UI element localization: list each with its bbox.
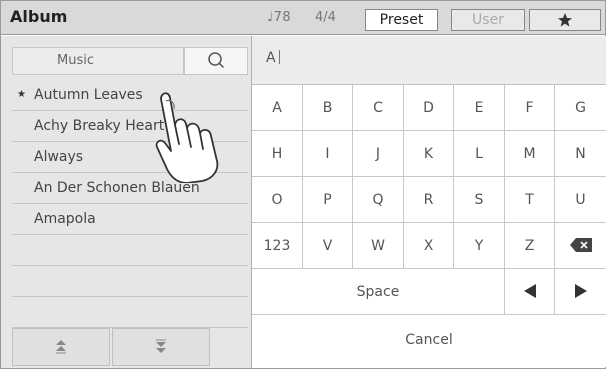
- key-w[interactable]: W: [353, 223, 404, 269]
- tempo-display: ♩78: [267, 10, 292, 25]
- song-title: Achy Breaky Heart: [34, 118, 165, 134]
- arrow-right-icon: [574, 284, 587, 298]
- list-item[interactable]: Achy Breaky Heart: [12, 111, 248, 142]
- search-bar: Music: [12, 47, 248, 75]
- star-icon: [558, 13, 572, 27]
- key-f[interactable]: F: [505, 85, 555, 131]
- list-item-empty[interactable]: [12, 297, 248, 328]
- text-caret: [278, 50, 280, 64]
- key-h[interactable]: H: [252, 131, 303, 177]
- header-bar: Album ♩78 4/4 Preset User: [1, 1, 605, 35]
- key-j[interactable]: J: [353, 131, 404, 177]
- page-title: Album: [10, 7, 68, 26]
- cursor-left-key[interactable]: [505, 269, 555, 315]
- favorite-star-icon: ★: [17, 89, 26, 100]
- key-q[interactable]: Q: [353, 177, 404, 223]
- time-signature-display: 4/4: [315, 10, 336, 25]
- page-up-button[interactable]: [12, 328, 110, 366]
- list-item[interactable]: An Der Schonen Blauen: [12, 173, 248, 204]
- key-d[interactable]: D: [404, 85, 454, 131]
- list-item[interactable]: Amapola: [12, 204, 248, 235]
- key-l[interactable]: L: [454, 131, 505, 177]
- tab-preset[interactable]: Preset: [365, 9, 438, 31]
- key-u[interactable]: U: [555, 177, 606, 223]
- key-p[interactable]: P: [303, 177, 353, 223]
- key-numbers[interactable]: 123: [252, 223, 303, 269]
- key-v[interactable]: V: [303, 223, 353, 269]
- key-c[interactable]: C: [353, 85, 404, 131]
- key-b[interactable]: B: [303, 85, 353, 131]
- song-title: Always: [34, 149, 84, 165]
- tab-user[interactable]: User: [451, 9, 525, 31]
- key-x[interactable]: X: [404, 223, 454, 269]
- list-item-empty[interactable]: [12, 235, 248, 266]
- key-o[interactable]: O: [252, 177, 303, 223]
- cursor-right-key[interactable]: [555, 269, 606, 315]
- double-chevron-down-icon: [156, 339, 166, 353]
- arrow-left-icon: [523, 284, 536, 298]
- backspace-key[interactable]: [555, 223, 606, 269]
- search-category-label: Music: [12, 47, 184, 75]
- list-item[interactable]: ★ Autumn Leaves: [12, 80, 248, 111]
- paging-controls: [12, 328, 248, 366]
- song-list-panel: Music ★ Autumn Leaves Achy Breaky Heart …: [1, 36, 251, 368]
- list-item[interactable]: Always: [12, 142, 248, 173]
- list-item-empty[interactable]: [12, 266, 248, 297]
- key-n[interactable]: N: [555, 131, 606, 177]
- keyboard-panel: A A B C D E F G H I J K L M N O P Q R S …: [251, 36, 606, 368]
- album-screen: Album ♩78 4/4 Preset User Music ★ Autumn…: [0, 0, 606, 369]
- search-input-value: A: [266, 50, 276, 66]
- cancel-button[interactable]: Cancel: [252, 315, 606, 367]
- song-title: Autumn Leaves: [34, 87, 143, 103]
- key-g[interactable]: G: [555, 85, 606, 131]
- page-down-button[interactable]: [112, 328, 210, 366]
- key-s[interactable]: S: [454, 177, 505, 223]
- search-button[interactable]: [184, 47, 248, 75]
- key-k[interactable]: K: [404, 131, 454, 177]
- key-e[interactable]: E: [454, 85, 505, 131]
- search-input[interactable]: A: [252, 36, 606, 85]
- key-i[interactable]: I: [303, 131, 353, 177]
- key-m[interactable]: M: [505, 131, 555, 177]
- song-list: ★ Autumn Leaves Achy Breaky Heart Always…: [12, 80, 248, 328]
- space-key[interactable]: Space: [252, 269, 505, 315]
- song-title: An Der Schonen Blauen: [34, 180, 200, 196]
- key-r[interactable]: R: [404, 177, 454, 223]
- backspace-icon: [569, 238, 592, 252]
- key-y[interactable]: Y: [454, 223, 505, 269]
- favorite-tab[interactable]: [529, 9, 601, 31]
- key-a[interactable]: A: [252, 85, 303, 131]
- key-z[interactable]: Z: [505, 223, 555, 269]
- song-title: Amapola: [34, 211, 96, 227]
- key-t[interactable]: T: [505, 177, 555, 223]
- double-chevron-up-icon: [56, 340, 66, 354]
- search-icon: [208, 52, 225, 69]
